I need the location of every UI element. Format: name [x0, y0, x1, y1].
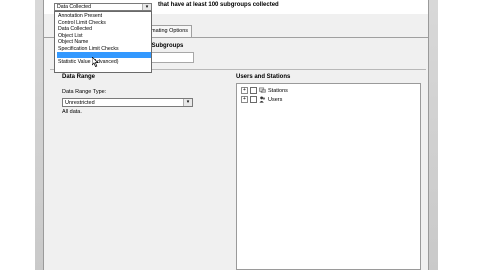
- dropdown-option[interactable]: Object List: [57, 33, 151, 39]
- tab-label: omating Options: [148, 28, 189, 34]
- subgroups-label: f Subgroups: [148, 43, 184, 49]
- mouse-cursor-icon: [92, 57, 99, 67]
- tree-node-label: Stations: [268, 87, 288, 94]
- data-range-type-value: Unrestricted: [65, 100, 95, 106]
- rule-description: that have at least 100 subgroups collect…: [158, 2, 279, 8]
- window-right-border: [428, 0, 438, 270]
- expand-icon[interactable]: +: [241, 87, 248, 94]
- window-left-border: [35, 0, 44, 270]
- criteria-type-select[interactable]: Data Collected ▾: [54, 3, 152, 11]
- tree-node-stations[interactable]: + Stations: [241, 86, 288, 95]
- data-range-type-select[interactable]: Unrestricted ▾: [62, 98, 193, 107]
- dropdown-option-selected[interactable]: [57, 52, 151, 58]
- users-stations-title: Users and Stations: [236, 74, 291, 80]
- data-range-title: Data Range: [62, 74, 96, 80]
- dropdown-option[interactable]: Annotation Present: [57, 13, 151, 19]
- data-range-type-label: Data Range Type:: [62, 89, 107, 95]
- expand-icon[interactable]: +: [241, 96, 248, 103]
- users-icon: [259, 96, 266, 103]
- dropdown-option[interactable]: Object Name: [57, 39, 151, 45]
- tree-node-users[interactable]: + Users: [241, 95, 282, 104]
- criteria-type-dropdown[interactable]: Annotation Present Control Limit Checks …: [54, 11, 152, 73]
- tree-node-label: Users: [268, 96, 283, 103]
- users-stations-tree[interactable]: + Stations + Users: [236, 83, 421, 270]
- stations-checkbox[interactable]: [250, 87, 257, 94]
- dropdown-option[interactable]: Statistic Value (Advanced): [57, 59, 151, 65]
- data-range-note: All data.: [62, 109, 82, 115]
- criteria-type-value: Data Collected: [57, 4, 92, 10]
- chevron-down-icon[interactable]: ▾: [142, 4, 151, 10]
- dropdown-option[interactable]: Specification Limit Checks: [57, 46, 151, 52]
- dropdown-option[interactable]: Control Limit Checks: [57, 20, 151, 26]
- stations-icon: [259, 87, 266, 93]
- chevron-down-icon[interactable]: ▾: [183, 99, 192, 106]
- subgroups-input[interactable]: [150, 52, 194, 63]
- users-checkbox[interactable]: [250, 96, 257, 103]
- dropdown-option[interactable]: Data Collected: [57, 26, 151, 32]
